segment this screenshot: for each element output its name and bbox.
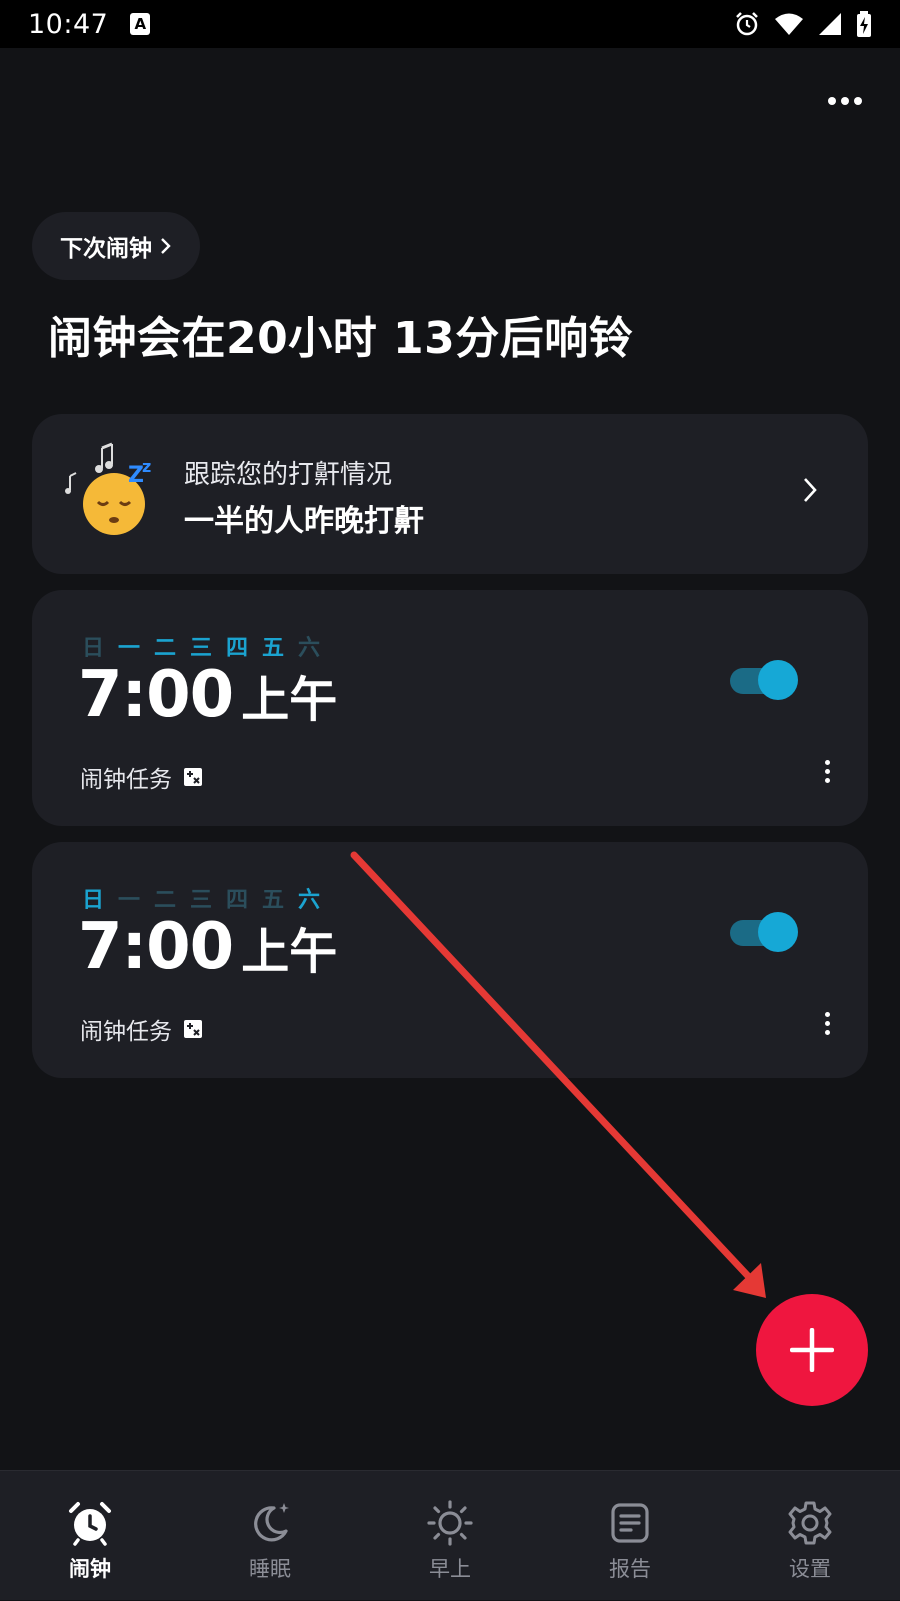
sun-icon <box>427 1500 473 1546</box>
alarm-more-button[interactable] <box>812 1008 842 1038</box>
nav-label: 早上 <box>429 1557 471 1581</box>
more-dot <box>854 97 862 105</box>
plus-icon <box>790 1328 834 1372</box>
kebab-dot <box>824 1020 830 1026</box>
toggle-knob <box>758 912 798 952</box>
alarm-ampm: 上午 <box>241 672 338 728</box>
chevron-right-icon <box>161 238 171 254</box>
status-time: 10:47 <box>28 8 109 40</box>
snore-tracking-card[interactable]: Z z 跟踪您的打鼾情况 一半的人昨晚打鼾 <box>32 414 868 574</box>
nav-label: 睡眠 <box>249 1557 291 1581</box>
nav-item-settings[interactable]: 设置 <box>720 1471 900 1601</box>
nav-label: 闹钟 <box>69 1557 111 1581</box>
alarm-icon <box>736 12 758 36</box>
more-options-button[interactable] <box>820 86 870 116</box>
snore-card-subtitle: 一半的人昨晚打鼾 <box>184 504 424 539</box>
sleeping-face-icon: Z z <box>65 442 151 535</box>
nav-item-alarm[interactable]: 闹钟 <box>0 1471 180 1601</box>
alarm-time-value: 7:00 <box>78 910 234 984</box>
alarm-time-value: 7:00 <box>78 658 234 732</box>
nav-item-report[interactable]: 报告 <box>540 1471 720 1601</box>
status-bar: 10:47 A <box>0 0 900 48</box>
alarm-mission-label: 闹钟任务 <box>80 1019 172 1045</box>
next-alarm-countdown: 闹钟会在20小时 13分后响铃 <box>48 313 634 364</box>
nav-item-sleep[interactable]: 睡眠 <box>180 1471 360 1601</box>
nav-label: 设置 <box>789 1557 831 1581</box>
kebab-dot <box>824 777 830 783</box>
alarm-mission-label: 闹钟任务 <box>80 767 172 793</box>
more-vertical-icon <box>824 759 830 765</box>
next-alarm-button[interactable]: 下次闹钟 <box>32 212 200 280</box>
alarm-toggle[interactable] <box>730 660 798 700</box>
next-alarm-label: 下次闹钟 <box>60 236 152 262</box>
wifi-icon <box>775 13 803 35</box>
kebab-dot <box>824 768 830 774</box>
math-mission-icon <box>184 1020 202 1038</box>
alarm-card[interactable]: 日 一 二 三 四 五 六 7:00 上午 闹钟任务 <box>32 842 868 1078</box>
alarm-more-button[interactable] <box>812 756 842 786</box>
kebab-dot <box>824 1029 830 1035</box>
report-icon <box>611 1503 649 1543</box>
signal-icon <box>819 13 841 35</box>
alarm-mission: 闹钟任务 <box>80 1012 202 1046</box>
chevron-right-icon <box>804 478 817 502</box>
bottom-navigation: 闹钟 睡眠 早上 报告 设置 <box>0 1470 900 1600</box>
alarm-clock-icon <box>69 1502 111 1546</box>
more-dot <box>841 97 849 105</box>
notification-icon: A <box>130 13 151 35</box>
more-vertical-icon <box>824 1011 830 1017</box>
battery-charging-icon <box>857 11 871 37</box>
alarm-mission: 闹钟任务 <box>80 760 202 794</box>
more-horizontal-icon <box>828 97 836 105</box>
alarm-toggle[interactable] <box>730 912 798 952</box>
moon-icon <box>254 1503 289 1542</box>
alarm-card[interactable]: 日 一 二 三 四 五 六 7:00 上午 闹钟任务 <box>32 590 868 826</box>
nav-label: 报告 <box>609 1557 651 1581</box>
svg-text:z: z <box>142 457 151 476</box>
alarm-time: 7:00 上午 <box>78 910 337 984</box>
nav-item-morning[interactable]: 早上 <box>360 1471 540 1601</box>
alarm-time: 7:00 上午 <box>78 658 337 732</box>
snore-card-title: 跟踪您的打鼾情况 <box>184 460 393 490</box>
alarm-ampm: 上午 <box>241 924 338 980</box>
add-alarm-button[interactable] <box>756 1294 868 1406</box>
gear-icon <box>788 1501 832 1545</box>
math-mission-icon <box>184 768 202 786</box>
toggle-knob <box>758 660 798 700</box>
